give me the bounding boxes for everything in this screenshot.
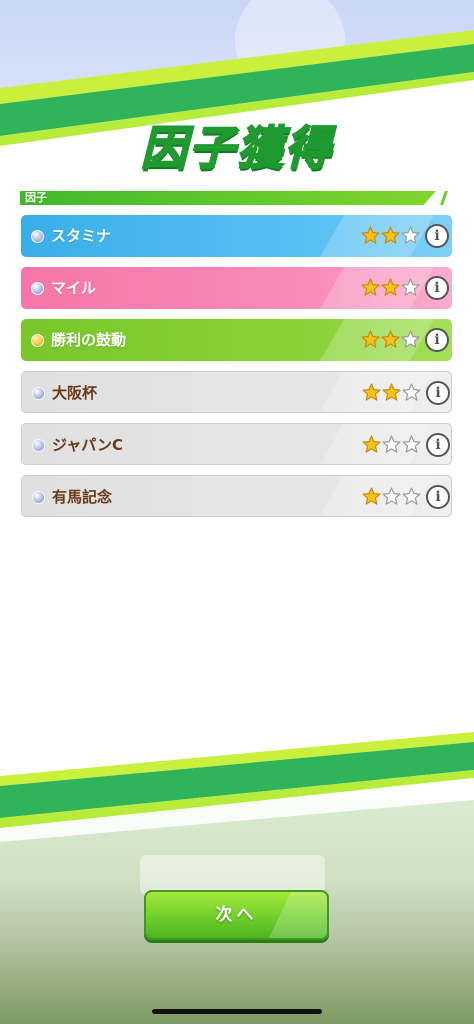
factor-name: ジャパンC [52, 436, 124, 454]
star-empty-icon [402, 383, 421, 401]
star-empty-icon [382, 435, 401, 453]
star-rating [361, 226, 421, 246]
factor-row[interactable]: 大阪杯 i [21, 371, 452, 413]
section-header-slash [440, 191, 448, 205]
orb-icon [31, 334, 44, 347]
orb-icon [32, 387, 45, 400]
info-icon[interactable]: i [426, 485, 450, 509]
star-filled-icon [382, 383, 401, 401]
factor-row[interactable]: ジャパンC i [21, 423, 452, 465]
info-icon[interactable]: i [426, 433, 450, 457]
star-empty-icon [401, 278, 420, 296]
home-indicator[interactable] [152, 1009, 322, 1014]
star-filled-icon [381, 278, 400, 296]
info-icon[interactable]: i [425, 276, 449, 300]
orb-icon [32, 439, 45, 452]
page-title: 因子獲得 [140, 120, 333, 176]
star-filled-icon [361, 226, 380, 244]
info-icon[interactable]: i [426, 381, 450, 405]
star-filled-icon [381, 330, 400, 348]
star-filled-icon [362, 383, 381, 401]
section-label: 因子 [25, 191, 47, 204]
star-rating [362, 487, 422, 507]
next-button[interactable]: 次へ [144, 890, 329, 940]
star-rating [361, 278, 421, 298]
factor-name: 有馬記念 [52, 488, 113, 506]
orb-icon [31, 230, 44, 243]
factor-row[interactable]: 有馬記念 i [21, 475, 452, 517]
star-rating [362, 383, 422, 403]
star-empty-icon [401, 226, 420, 244]
star-empty-icon [382, 487, 401, 505]
section-header-bar [20, 191, 436, 205]
factor-row[interactable]: スタミナ i [21, 215, 452, 257]
factor-name: 勝利の鼓動 [51, 331, 127, 349]
star-empty-icon [402, 487, 421, 505]
factor-row[interactable]: マイル i [21, 267, 452, 309]
info-icon[interactable]: i [425, 224, 449, 248]
factor-name: スタミナ [51, 227, 112, 245]
next-button-label: 次へ [215, 905, 258, 924]
orb-icon [32, 491, 45, 504]
factor-name: 大阪杯 [52, 384, 98, 402]
star-filled-icon [361, 330, 380, 348]
star-empty-icon [401, 330, 420, 348]
section-header: 因子 [20, 191, 452, 205]
info-icon[interactable]: i [425, 328, 449, 352]
factor-name: マイル [51, 279, 97, 297]
star-filled-icon [362, 435, 381, 453]
star-empty-icon [402, 435, 421, 453]
factor-row[interactable]: 勝利の鼓動 i [21, 319, 452, 361]
star-filled-icon [362, 487, 381, 505]
star-rating [362, 435, 422, 455]
star-filled-icon [381, 226, 400, 244]
blurred-dialog [140, 855, 325, 895]
orb-icon [31, 282, 44, 295]
star-rating [361, 330, 421, 350]
star-filled-icon [361, 278, 380, 296]
